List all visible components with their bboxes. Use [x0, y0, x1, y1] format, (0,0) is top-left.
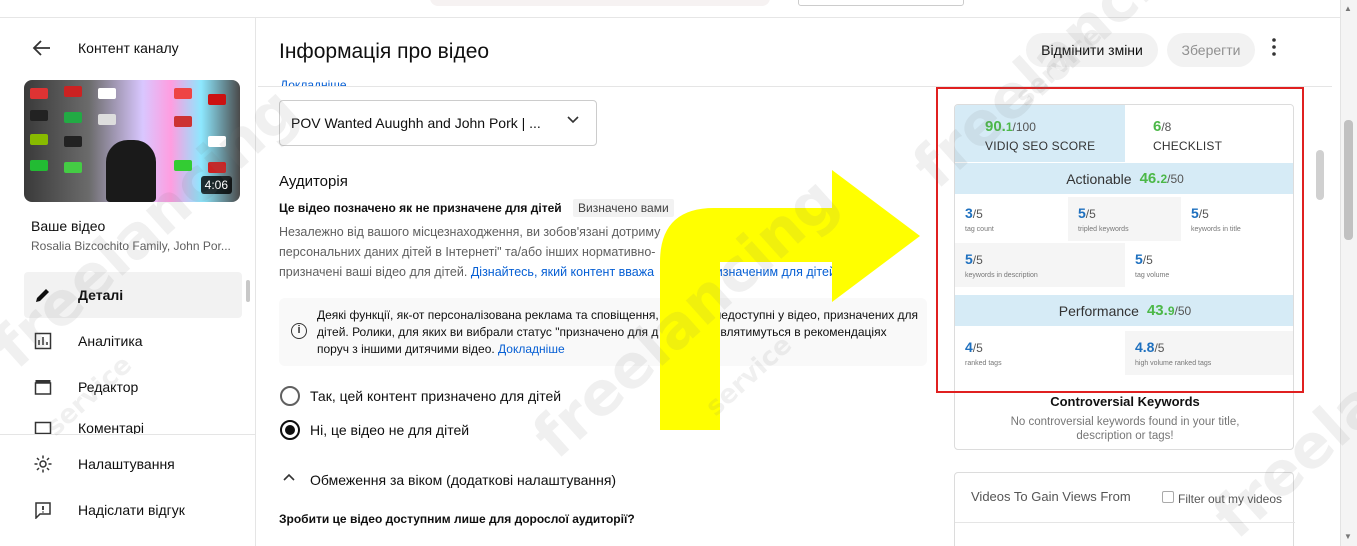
top-field[interactable] [798, 0, 964, 6]
description-line: призначені ваші відео для дітей. [279, 265, 471, 279]
sidebar-item-feedback[interactable]: Надіслати відгук [24, 487, 242, 533]
sidebar-title[interactable]: Контент каналу [78, 40, 179, 56]
radio-label: Так, цей контент призначено для дітей [310, 388, 562, 404]
feedback-icon [33, 500, 53, 520]
playlist-select[interactable]: POV Wanted Auughh and John Pork | ... [279, 100, 597, 146]
age-restriction-toggle[interactable]: Обмеження за віком (додаткові налаштуван… [282, 471, 616, 488]
audience-status: Це відео позначено як не призначене для … [279, 201, 562, 215]
adult-audience-question: Зробити це відео доступним лише для доро… [279, 512, 635, 526]
sidebar-item-label: Аналітика [78, 333, 143, 349]
arrow-left-icon[interactable] [32, 38, 52, 64]
radio-button[interactable] [280, 386, 300, 406]
radio-made-for-kids[interactable]: Так, цей контент призначено для дітей [280, 386, 561, 406]
description-line: Незалежно від вашого місцезнаходження, в… [279, 225, 661, 239]
top-search-pill[interactable] [430, 0, 770, 6]
filter-checkbox[interactable] [1162, 491, 1174, 503]
radio-button[interactable] [280, 420, 300, 440]
playlist-value: POV Wanted Auughh and John Pork | ... [291, 115, 541, 131]
save-button[interactable]: Зберегти [1167, 33, 1255, 67]
chevron-down-icon [566, 112, 580, 129]
sidebar-divider [0, 434, 256, 435]
audience-title: Аудиторія [279, 173, 348, 190]
controversial-text: No controversial keywords found in your … [1010, 416, 1240, 442]
main-scrollbar[interactable] [1316, 150, 1324, 200]
more-vert-icon[interactable] [1264, 38, 1284, 62]
sidebar-item-label: Надіслати відгук [78, 502, 185, 518]
gear-icon [33, 454, 53, 474]
notice-line: поруч з іншими дитячими відео. [317, 342, 499, 356]
page-scrollbar-thumb[interactable] [1344, 120, 1353, 240]
notice-line: дітей. Ролики, для яких ви вибрали стату… [317, 325, 659, 339]
sidebar-item-label: Коментарі [78, 420, 145, 434]
page-title: Інформація про відео [279, 40, 490, 63]
sidebar-scrollbar[interactable] [246, 280, 250, 302]
scroll-down-arrow-icon[interactable]: ▼ [1344, 532, 1352, 541]
radio-not-for-kids[interactable]: Ні, це відео не для дітей [280, 420, 469, 440]
scroll-up-arrow-icon[interactable]: ▲ [1344, 4, 1352, 13]
age-restriction-title: Обмеження за віком (додаткові налаштуван… [310, 471, 617, 488]
description-line: персональних даних дітей в Інтернеті" та… [279, 245, 656, 259]
info-icon: i [291, 323, 307, 339]
status-badge: Визначено вами [573, 199, 674, 217]
clapperboard-icon [33, 377, 53, 397]
controversial-title: Controversial Keywords [1050, 394, 1200, 409]
sidebar-item-settings[interactable]: Налаштування [24, 441, 242, 487]
gain-views-title: Videos To Gain Views From [971, 489, 1131, 504]
chevron-up-icon [282, 471, 296, 488]
learn-content-link[interactable]: Дізнайтесь, який контент вважа [471, 265, 654, 279]
radio-label: Ні, це відео не для дітей [310, 422, 470, 438]
notice-line: Деякі функції, як-от персоналізована рек… [317, 308, 659, 322]
sidebar-item-label: Налаштування [78, 456, 175, 472]
notice-learn-more-link[interactable]: Докладніше [498, 342, 565, 356]
